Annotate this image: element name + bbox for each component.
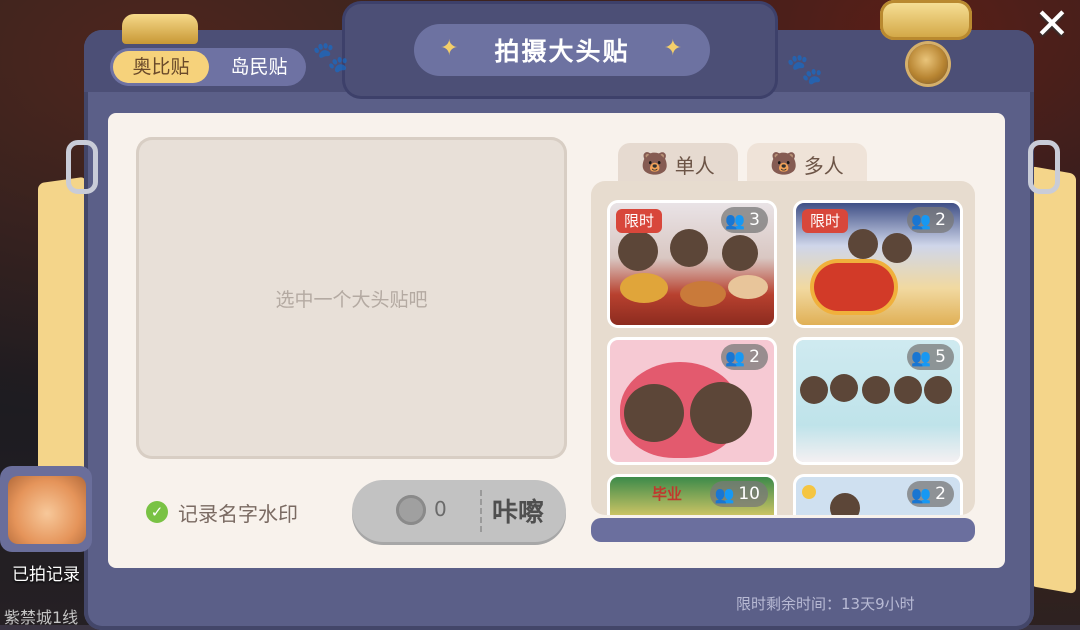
- people-icon: 👥: [714, 484, 735, 504]
- bear-paw-icon: 🐾: [312, 40, 350, 75]
- close-button[interactable]: ✕: [1030, 2, 1074, 46]
- shoot-label: 咔嚓: [492, 498, 545, 528]
- title-banner: ✦ 拍摄大头贴 ✦: [414, 24, 710, 76]
- right-ring: [1028, 140, 1060, 194]
- page-title: 拍摄大头贴: [494, 37, 630, 66]
- player-count: 👥 10: [710, 481, 768, 507]
- bear-character: [830, 374, 858, 402]
- food-dish: [728, 275, 768, 299]
- bear-character: [848, 229, 878, 259]
- tab-single-label: 单人: [674, 153, 715, 178]
- watermark-label: 记录名字水印: [178, 501, 298, 526]
- hotpot-dish: [620, 273, 668, 303]
- bear-character: [862, 376, 890, 404]
- sticker-card[interactable]: 👥 5: [796, 340, 960, 462]
- tab-multi-label: 多人: [803, 153, 844, 178]
- sun-icon: [802, 485, 816, 499]
- food-dish: [680, 281, 726, 307]
- bear-character: [894, 376, 922, 404]
- watermark-toggle[interactable]: ✓ 记录名字水印: [146, 498, 298, 526]
- limited-badge: 限时: [616, 209, 663, 233]
- sticker-card[interactable]: 限时 👥 3: [610, 203, 774, 325]
- bear-paw-icon: 🐾: [786, 52, 824, 87]
- player-count: 👥 3: [721, 207, 768, 233]
- left-ring: [66, 140, 98, 194]
- player-count-value: 10: [738, 484, 760, 504]
- preview-placeholder: 选中一个大头贴吧: [275, 288, 428, 311]
- left-strap: [38, 176, 86, 484]
- shoot-cost: 0: [434, 497, 447, 521]
- bear-character: [924, 376, 952, 404]
- player-count: 👥 2: [721, 344, 768, 370]
- button-divider: [480, 490, 482, 532]
- bear-character: [830, 493, 860, 515]
- player-count-value: 2: [749, 347, 760, 367]
- star-icon: ✦: [663, 36, 684, 61]
- bear-character: [800, 376, 828, 404]
- record-thumbnail: [8, 476, 86, 544]
- shoot-button[interactable]: 0 咔嚓: [352, 480, 566, 542]
- location-label: 紫禁城1线: [4, 608, 79, 627]
- limited-badge: 限时: [802, 209, 849, 233]
- gold-coin-icon: [908, 44, 948, 84]
- grid-scrollbar[interactable]: [591, 518, 975, 542]
- people-icon: 👥: [725, 210, 746, 230]
- sticker-card[interactable]: 毕业 👥 10: [610, 477, 774, 515]
- tab-islander-sticker[interactable]: 岛民贴: [214, 51, 304, 83]
- sticker-preview-area: 选中一个大头贴吧: [136, 137, 567, 459]
- player-count-value: 2: [935, 210, 946, 230]
- tab-single[interactable]: 🐻 单人: [618, 143, 738, 185]
- coin-icon: [396, 495, 426, 525]
- player-count-value: 5: [935, 347, 946, 367]
- tab-obi-sticker[interactable]: 奥比贴: [113, 51, 209, 83]
- sticker-card[interactable]: 👥 2: [796, 477, 960, 515]
- bear-character: [618, 231, 658, 271]
- player-count: 👥 5: [907, 344, 954, 370]
- category-tabs: 奥比贴 岛民贴: [110, 48, 306, 86]
- player-count-value: 2: [935, 484, 946, 504]
- bear-face-icon: 🐻: [641, 151, 669, 177]
- gold-knob-decoration: [122, 14, 198, 44]
- people-icon: 👥: [911, 347, 932, 367]
- star-icon: ✦: [440, 36, 461, 61]
- dragon-illustration: [814, 263, 894, 311]
- player-count: 👥 2: [907, 207, 954, 233]
- sticker-grid[interactable]: 限时 👥 3 限时 👥 2 👥 2 👥 5 毕业 👥 10 👥 2: [591, 181, 975, 515]
- player-count: 👥 2: [907, 481, 954, 507]
- bear-character: [882, 233, 912, 263]
- people-icon: 👥: [725, 347, 746, 367]
- checkmark-icon[interactable]: ✓: [146, 501, 168, 523]
- people-icon: 👥: [911, 210, 932, 230]
- people-icon: 👥: [911, 484, 932, 504]
- bear-character: [624, 384, 684, 442]
- graduation-sign: 毕业: [652, 485, 683, 503]
- right-strap: [1030, 165, 1076, 595]
- record-label: 已拍记录: [12, 565, 80, 585]
- limited-timer: 限时剩余时间：13天9小时: [736, 595, 915, 613]
- tab-multi[interactable]: 🐻 多人: [747, 143, 867, 185]
- player-count-value: 3: [749, 210, 760, 230]
- bear-character: [690, 382, 752, 444]
- gold-cap-decoration: [880, 0, 972, 40]
- sticker-card[interactable]: 👥 2: [610, 340, 774, 462]
- bear-character: [670, 229, 708, 267]
- sticker-card[interactable]: 限时 👥 2: [796, 203, 960, 325]
- photo-record-button[interactable]: [0, 466, 92, 552]
- bear-face-icon: 🐻: [770, 151, 798, 177]
- bear-character: [722, 235, 758, 271]
